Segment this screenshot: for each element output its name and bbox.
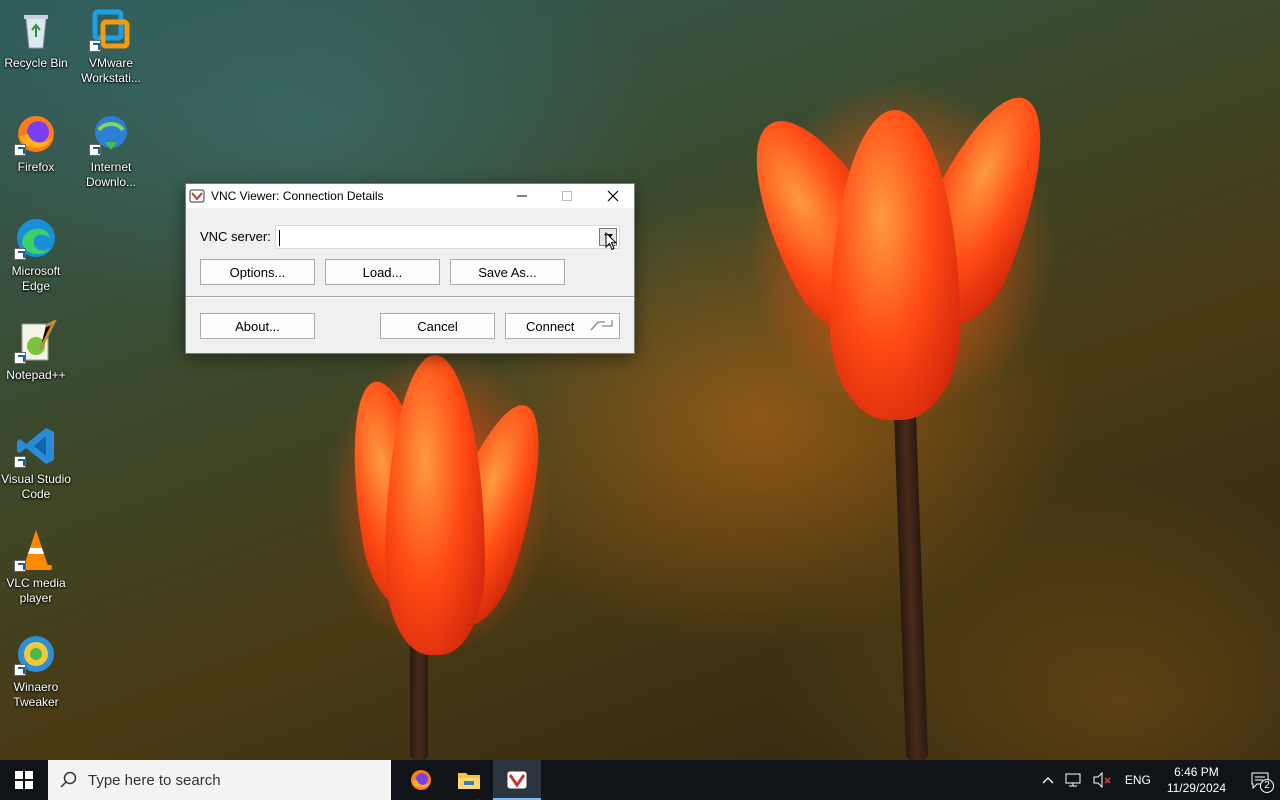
maximize-icon xyxy=(562,191,572,201)
close-icon xyxy=(607,190,619,202)
desktop-icon-winaero-tweaker[interactable]: Winaero Tweaker xyxy=(0,632,72,710)
desktop-icon-microsoft-edge[interactable]: Microsoft Edge xyxy=(0,216,72,294)
connect-plug-icon xyxy=(590,320,613,331)
desktop-icon-label: Recycle Bin xyxy=(4,56,68,70)
network-button[interactable] xyxy=(1064,772,1082,788)
clock-date: 11/29/2024 xyxy=(1166,781,1226,795)
chevron-up-icon xyxy=(1042,777,1054,784)
desktop-icon-vscode[interactable]: Visual Studio Code xyxy=(0,424,72,502)
windows-logo-icon xyxy=(15,771,33,789)
shortcut-arrow-icon xyxy=(14,352,26,364)
vscode-icon xyxy=(14,424,58,468)
shortcut-arrow-icon xyxy=(14,560,26,572)
desktop-icon-label: Notepad++ xyxy=(6,368,66,382)
desktop-icon-label: Visual Studio Code xyxy=(1,472,71,501)
shortcut-arrow-icon xyxy=(89,40,101,52)
notification-count-badge: 2 xyxy=(1260,779,1274,793)
desktop-icon-recycle-bin[interactable]: Recycle Bin xyxy=(0,8,72,71)
load-button[interactable]: Load... xyxy=(325,259,440,285)
dialog-titlebar[interactable]: VNC Viewer: Connection Details xyxy=(186,184,634,208)
shortcut-arrow-icon xyxy=(14,144,26,156)
vnc-server-label: VNC server: xyxy=(200,229,271,244)
action-center-button[interactable]: 2 xyxy=(1240,760,1280,800)
vnc-viewer-icon xyxy=(189,188,205,204)
vnc-viewer-icon xyxy=(506,770,528,790)
winaero-tweaker-icon xyxy=(14,632,58,676)
input-language-indicator[interactable]: ENG xyxy=(1125,773,1151,787)
clock[interactable]: 6:46 PM 11/29/2024 xyxy=(1167,764,1226,796)
desktop-icon-label: Winaero Tweaker xyxy=(13,680,59,709)
taskbar-search-box[interactable]: Type here to search xyxy=(48,760,391,800)
start-button[interactable] xyxy=(0,760,48,800)
desktop-icon-vlc[interactable]: VLC media player xyxy=(0,528,72,606)
minimize-icon xyxy=(517,195,527,197)
desktop-icon-label: Microsoft Edge xyxy=(11,264,61,293)
vmware-icon xyxy=(89,8,133,52)
shortcut-arrow-icon xyxy=(14,248,26,260)
desktop-icon-internet-download-manager[interactable]: Internet Downlo... xyxy=(75,112,147,190)
vlc-icon xyxy=(14,528,58,572)
maximize-button[interactable] xyxy=(544,184,590,208)
clock-time: 6:46 PM xyxy=(1174,765,1219,779)
taskbar: Type here to search ENG 6:46 PM 11/29/20… xyxy=(0,760,1280,800)
taskbar-app-file-explorer[interactable] xyxy=(445,760,493,800)
vnc-connection-dialog: VNC Viewer: Connection Details VNC serve… xyxy=(185,183,635,354)
desktop-icon-vmware[interactable]: VMware Workstati... xyxy=(75,8,147,86)
mouse-pointer-icon xyxy=(605,232,617,251)
desktop-icon-label: Internet Downlo... xyxy=(85,160,137,189)
show-hidden-icons-button[interactable] xyxy=(1042,776,1054,784)
network-icon xyxy=(1065,773,1081,787)
volume-muted-icon xyxy=(1093,772,1111,788)
search-icon xyxy=(60,771,78,789)
close-button[interactable] xyxy=(590,184,636,208)
desktop-icon-label: VLC media player xyxy=(6,576,66,605)
about-button[interactable]: About... xyxy=(200,313,315,339)
desktop-icon-label: VMware Workstati... xyxy=(81,56,141,85)
system-tray: ENG 6:46 PM 11/29/2024 2 xyxy=(1037,760,1280,800)
shortcut-arrow-icon xyxy=(14,456,26,468)
search-placeholder: Type here to search xyxy=(88,771,221,789)
volume-button[interactable] xyxy=(1092,772,1112,788)
desktop-icon-notepadpp[interactable]: Notepad++ xyxy=(0,318,72,383)
taskbar-app-vnc-viewer[interactable] xyxy=(493,760,541,800)
cancel-button[interactable]: Cancel xyxy=(380,313,495,339)
internet-download-manager-icon xyxy=(89,112,133,156)
desktop-icon-firefox[interactable]: Firefox xyxy=(0,112,72,175)
vnc-server-combobox[interactable] xyxy=(275,225,620,249)
shortcut-arrow-icon xyxy=(14,664,26,676)
options-button[interactable]: Options... xyxy=(200,259,315,285)
connect-button[interactable]: Connect xyxy=(505,313,620,339)
connect-button-label: Connect xyxy=(526,318,575,334)
firefox-icon xyxy=(14,112,58,156)
dialog-separator xyxy=(186,296,634,298)
firefox-icon xyxy=(411,770,431,790)
minimize-button[interactable] xyxy=(499,184,545,208)
shortcut-arrow-icon xyxy=(89,144,101,156)
file-explorer-icon xyxy=(458,773,480,789)
recycle-bin-icon xyxy=(14,8,58,52)
microsoft-edge-icon xyxy=(14,216,58,260)
notepadpp-icon xyxy=(14,318,58,364)
taskbar-app-firefox[interactable] xyxy=(397,760,445,800)
save-as-button[interactable]: Save As... xyxy=(450,259,565,285)
text-caret xyxy=(279,230,280,246)
desktop-icon-label: Firefox xyxy=(17,160,55,174)
dialog-title: VNC Viewer: Connection Details xyxy=(211,189,384,203)
